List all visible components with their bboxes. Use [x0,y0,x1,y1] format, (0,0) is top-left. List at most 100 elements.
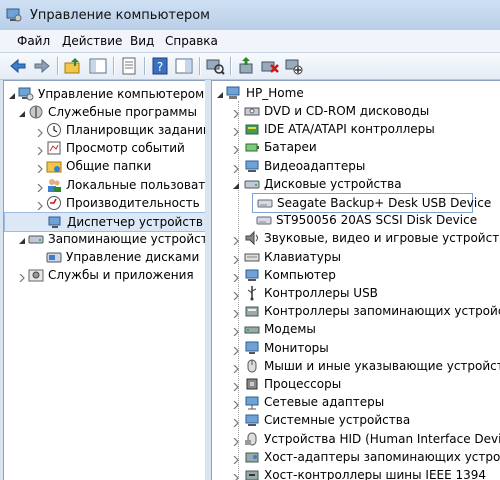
tree-item-label: Устройства HID (Human Interface Devices) [264,431,500,446]
console-tree-item[interactable]: Локальные пользовате [4,176,205,194]
expand-arrow-icon[interactable] [232,398,240,410]
expand-arrow-icon[interactable] [36,181,44,192]
expand-arrow-icon[interactable] [232,325,240,337]
menu-bar: Файл Действие Вид Справка [0,30,500,53]
expand-arrow-icon[interactable] [232,307,240,319]
device-category-item[interactable]: Мыши и иные указывающие устройства [212,357,500,375]
device-category-item[interactable]: Контроллеры USB [212,284,500,302]
forward-button[interactable] [32,56,52,76]
device-manager-icon [47,214,63,230]
tree-item-label: Компьютер [264,267,336,282]
disable-device-icon [285,59,303,75]
performance-icon [46,195,62,211]
device-category-item[interactable]: Звуковые, видео и игровые устройства [212,229,500,247]
root-computer-icon [226,85,242,101]
update-driver-button[interactable] [236,56,256,76]
forward-icon [34,58,50,74]
collapse-arrow-icon[interactable] [18,108,26,118]
device-category-item[interactable]: Системные устройства [212,411,500,429]
collapse-arrow-icon[interactable] [18,235,26,244]
device-category-item[interactable]: Модемы [212,320,500,338]
device-category-item[interactable]: Мониторы [212,339,500,357]
expand-arrow-icon[interactable] [232,344,240,356]
hard-disk-icon [257,195,273,211]
device-category-item[interactable]: Видеоадаптеры [212,157,500,175]
uninstall-device-button[interactable] [260,56,280,76]
device-tree-root[interactable]: HP_Home [212,84,500,102]
tree-item-label: Управление компьютером (л [38,87,206,101]
show-tree-button[interactable] [88,56,108,76]
console-tree-item[interactable]: Просмотр событий [4,139,204,157]
menu-view[interactable]: Вид [130,34,154,48]
pane-splitter[interactable] [205,80,210,480]
console-tree-item[interactable]: Общие папки [4,157,204,175]
menu-action[interactable]: Действие [62,34,122,48]
expand-arrow-icon[interactable] [232,125,240,137]
expand-arrow-icon[interactable] [232,453,240,465]
device-item[interactable]: Seagate Backup+ Desk USB Device [252,193,491,213]
expand-arrow-icon[interactable] [232,253,240,265]
console-tree-item[interactable]: Планировщик заданий [4,121,205,139]
console-tree-item[interactable]: Служебные программы [4,103,204,121]
collapse-arrow-icon[interactable] [216,89,224,98]
device-category-item[interactable]: Устройства HID (Human Interface Devices) [212,430,500,448]
device-category-item[interactable]: Хост-контроллеры шины IEEE 1394 [212,466,500,480]
title-bar[interactable]: Управление компьютером [0,0,500,30]
expand-arrow-icon[interactable] [36,144,44,156]
expand-arrow-icon[interactable] [232,234,240,246]
expand-arrow-icon[interactable] [232,435,240,447]
expand-arrow-icon[interactable] [232,107,240,119]
battery-icon [244,139,260,155]
menu-help[interactable]: Справка [165,34,218,48]
expand-arrow-icon[interactable] [232,271,240,283]
device-item[interactable]: ST950056 20AS SCSI Disk Device [252,211,477,229]
console-tree-item[interactable]: Службы и приложения [4,266,204,284]
help-button[interactable]: ? [150,56,170,76]
device-tree-pane[interactable]: HP_Home DVD и CD-ROM дисководы IDE ATA/ATA… [211,80,500,480]
disable-device-button[interactable] [284,56,304,76]
expand-arrow-icon[interactable] [232,471,240,480]
properties-button[interactable] [119,56,139,76]
collapse-arrow-icon[interactable] [232,180,240,189]
device-category-item[interactable]: Батареи [212,138,500,156]
device-category-item[interactable]: Клавиатуры [212,248,500,266]
expand-arrow-icon[interactable] [232,289,240,301]
scan-hardware-button[interactable] [205,56,225,76]
device-category-item[interactable]: DVD и CD-ROM дисководы [212,102,500,120]
storage-controller-icon [244,303,260,319]
back-button[interactable] [8,56,28,76]
up-folder-button[interactable] [63,56,83,76]
expand-arrow-icon[interactable] [36,199,44,211]
expand-arrow-icon[interactable] [232,143,240,155]
device-category-item[interactable]: Дисковые устройства [212,175,500,193]
expand-arrow-icon[interactable] [232,380,240,392]
console-tree-item[interactable]: Запоминающие устройст [4,230,205,248]
tree-item-label: Дисковые устройства [264,176,402,191]
console-tree-button[interactable] [174,56,194,76]
console-tree-item[interactable]: Управление компьютером (л [4,85,206,103]
modem-icon [244,321,260,337]
console-tree-item[interactable]: Диспетчер устройств [4,211,205,232]
host-adapter-icon [244,449,260,465]
expand-arrow-icon[interactable] [232,416,240,428]
expand-arrow-icon[interactable] [36,162,44,174]
expand-arrow-icon[interactable] [232,162,240,174]
device-category-item[interactable]: Процессоры [212,375,500,393]
device-category-item[interactable]: Компьютер [212,266,500,284]
console-tree-item[interactable]: Производительность [4,194,204,212]
console-tree-item[interactable]: Управление дисками [4,248,204,266]
device-category-item[interactable]: Контроллеры запоминающих устройств [212,302,500,320]
menu-file[interactable]: Файл [17,34,50,48]
device-category-item[interactable]: IDE ATA/ATAPI контроллеры [212,120,500,138]
tree-item-label: Видеоадаптеры [264,158,366,173]
uninstall-device-icon [261,61,279,73]
collapse-arrow-icon[interactable] [8,90,16,99]
tree-item-label: IDE ATA/ATAPI контроллеры [264,122,435,137]
console-tree-pane[interactable]: Управление компьютером (л Служебные прогр… [3,80,206,480]
expand-arrow-icon[interactable] [36,126,44,138]
expand-arrow-icon[interactable] [232,362,240,374]
device-category-item[interactable]: Хост-адаптеры запоминающих устройств [212,448,500,466]
expand-arrow-icon[interactable] [18,271,26,283]
tree-item-label: Общие папки [66,159,152,174]
device-category-item[interactable]: Сетевые адаптеры [212,393,500,411]
